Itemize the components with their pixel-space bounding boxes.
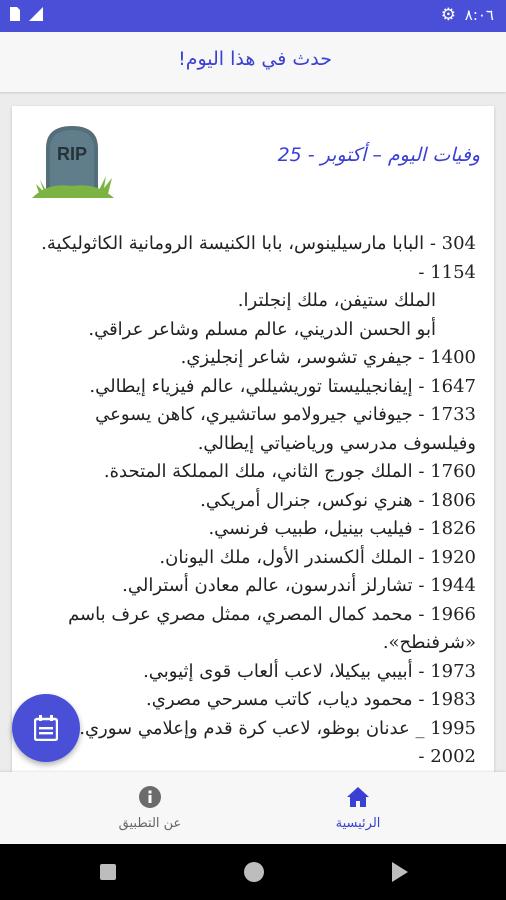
event-line: 2002 - <box>418 746 476 767</box>
event-line: 304 - البابا مارسيلينوس، بابا الكنيسة ال… <box>41 233 476 254</box>
signal-icon <box>29 7 43 21</box>
event-line: «شرفنطح». <box>382 632 476 653</box>
event-line: 1973 - أبيبي بيكيلا، لاعب ألعاب قوى إثيو… <box>143 660 476 682</box>
event-line: 1826 - فيليب بينيل، طبيب فرنسي. <box>208 518 476 539</box>
page-title: حدث في هذا اليوم! <box>178 48 332 70</box>
event-line: 1983 - محمود دياب، كاتب مسرحي مصري. <box>146 689 476 710</box>
nav-about[interactable]: عن التطبيق <box>80 772 220 844</box>
event-line: 1806 - هنري نوكس، جنرال أمريكي. <box>200 489 476 511</box>
event-line: 1154 - <box>418 261 476 283</box>
event-line: 1647 - إيفانجيليستا توريشيللي، عالم فيزي… <box>89 375 476 397</box>
info-icon <box>139 786 161 808</box>
event-line: الملك ستيفن، ملك إنجلترا. <box>237 290 436 311</box>
system-back-button[interactable] <box>392 862 408 882</box>
rip-text: RIP <box>57 144 87 164</box>
nav-home-label: الرئيسية <box>335 816 381 831</box>
system-navigation-bar <box>0 844 506 900</box>
bottom-navigation: الرئيسية عن التطبيق <box>0 772 506 844</box>
home-icon <box>347 787 369 807</box>
event-line: وفيلسوف مدرسي ورياضياتي إيطالي. <box>197 432 476 454</box>
event-line: 1760 - الملك جورج الثاني، ملك المملكة ال… <box>103 461 476 482</box>
event-line: أبو الحسن الدريني، عالم مسلم وشاعر عراقي… <box>88 318 436 340</box>
section-heading: وفيات اليوم – أكتوبر - 25 <box>277 144 480 166</box>
status-bar: ⚙ ٨:٠٦ <box>0 0 506 32</box>
nav-about-label: عن التطبيق <box>118 816 182 831</box>
sim-icon <box>10 7 20 21</box>
event-line: 1400 - جيفري تشوسر، شاعر إنجليزي. <box>180 347 476 368</box>
event-line: 1920 - الملك ألكسندر الأول، ملك اليونان. <box>159 546 476 568</box>
gear-icon: ⚙ <box>440 5 456 25</box>
overview-button[interactable] <box>100 864 116 880</box>
app-bar: حدث في هذا اليوم! <box>0 32 506 92</box>
event-line: 1995 _ عدنان بوظو، لاعب كرة قدم وإعلامي … <box>79 717 476 739</box>
calendar-icon <box>34 715 58 741</box>
event-line: 1966 - محمد كمال المصري، ممثل مصري عرف ب… <box>68 603 476 625</box>
event-line: 1944 - تشارلز أندرسون، عالم معادن أسترال… <box>122 575 476 596</box>
status-time: ٨:٠٦ <box>464 6 494 24</box>
events-list: 304 - البابا مارسيلينوس، بابا الكنيسة ال… <box>24 230 476 772</box>
system-home-button[interactable] <box>244 862 264 882</box>
events-card: RIP وفيات اليوم – أكتوبر - 25 304 - البا… <box>12 106 494 786</box>
nav-home[interactable]: الرئيسية <box>288 772 428 844</box>
tombstone-icon: RIP <box>32 126 114 198</box>
event-line: 1733 - جيوفاني جيرولامو ساتشيري، كاهن يس… <box>95 404 476 425</box>
calendar-button[interactable] <box>12 694 80 762</box>
